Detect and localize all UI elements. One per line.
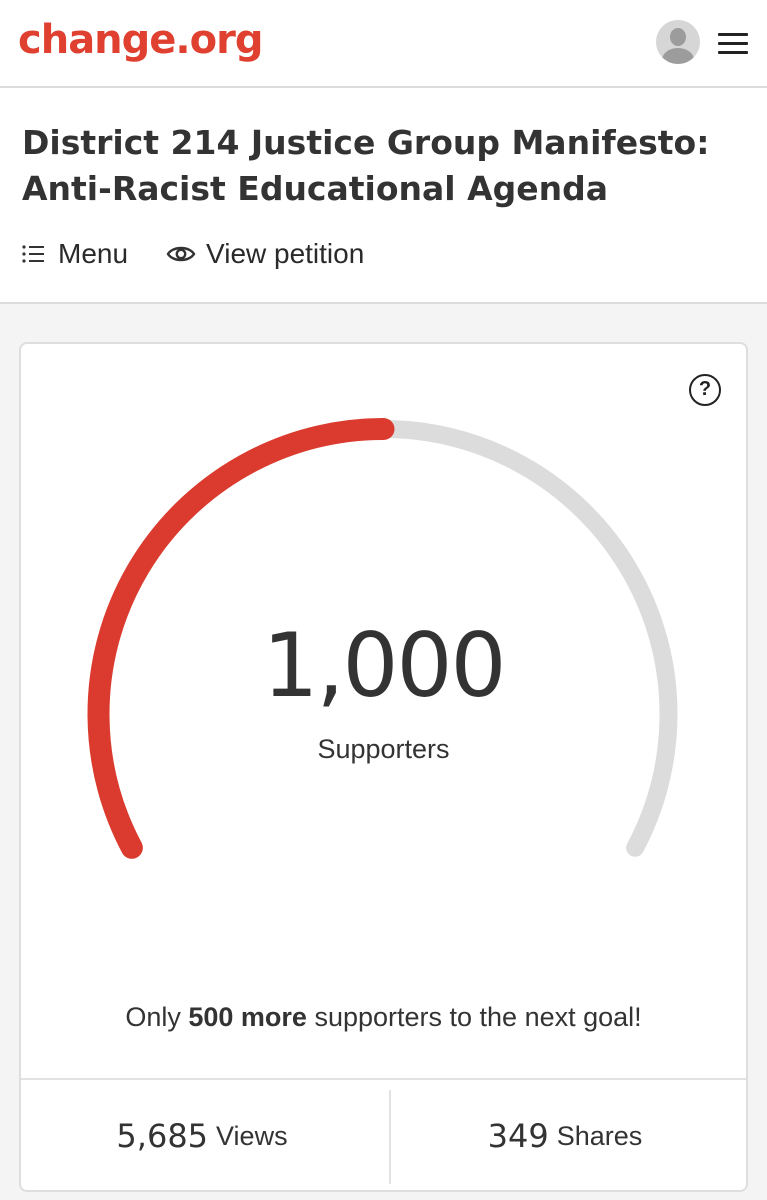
petition-subnav: Menu View petition <box>22 234 364 274</box>
hamburger-line <box>718 33 748 36</box>
shares-stat: 349 Shares <box>384 1080 746 1192</box>
top-bar: change.org <box>0 0 767 88</box>
hamburger-line <box>718 51 748 54</box>
supporters-card: ? 1,000 Supporters Only 500 more support… <box>19 342 748 1192</box>
views-label: Views <box>216 1120 288 1151</box>
goal-prefix: Only <box>125 1002 181 1032</box>
views-stat: 5,685 Views <box>21 1080 383 1192</box>
goal-suffix: supporters to the next goal! <box>314 1002 642 1032</box>
goal-highlight: 500 more <box>188 1002 307 1032</box>
supporter-count-label: Supporters <box>317 734 450 764</box>
petition-title: District 214 Justice Group Manifesto: An… <box>22 123 710 208</box>
menu-label: Menu <box>58 238 129 269</box>
stats-row: 5,685 Views 349 Shares <box>21 1078 746 1190</box>
views-count: 5,685 <box>116 1117 209 1155</box>
hamburger-icon[interactable] <box>718 33 748 55</box>
menu-link[interactable]: Menu <box>22 238 128 270</box>
avatar-body <box>662 48 694 64</box>
shares-count: 349 <box>487 1117 549 1155</box>
next-goal-message: Only 500 more supporters to the next goa… <box>21 1002 746 1033</box>
change-org-logo[interactable]: change.org <box>18 14 263 66</box>
hamburger-line <box>718 42 748 45</box>
eye-icon <box>166 246 196 262</box>
avatar-head <box>670 28 686 46</box>
shares-label: Shares <box>556 1120 643 1151</box>
user-avatar[interactable] <box>656 20 700 64</box>
petition-header: District 214 Justice Group Manifesto: An… <box>0 88 767 304</box>
view-petition-link[interactable]: View petition <box>166 238 364 270</box>
view-petition-label: View petition <box>206 238 365 269</box>
list-icon <box>22 245 44 263</box>
supporter-count: 1,000 <box>262 614 507 717</box>
